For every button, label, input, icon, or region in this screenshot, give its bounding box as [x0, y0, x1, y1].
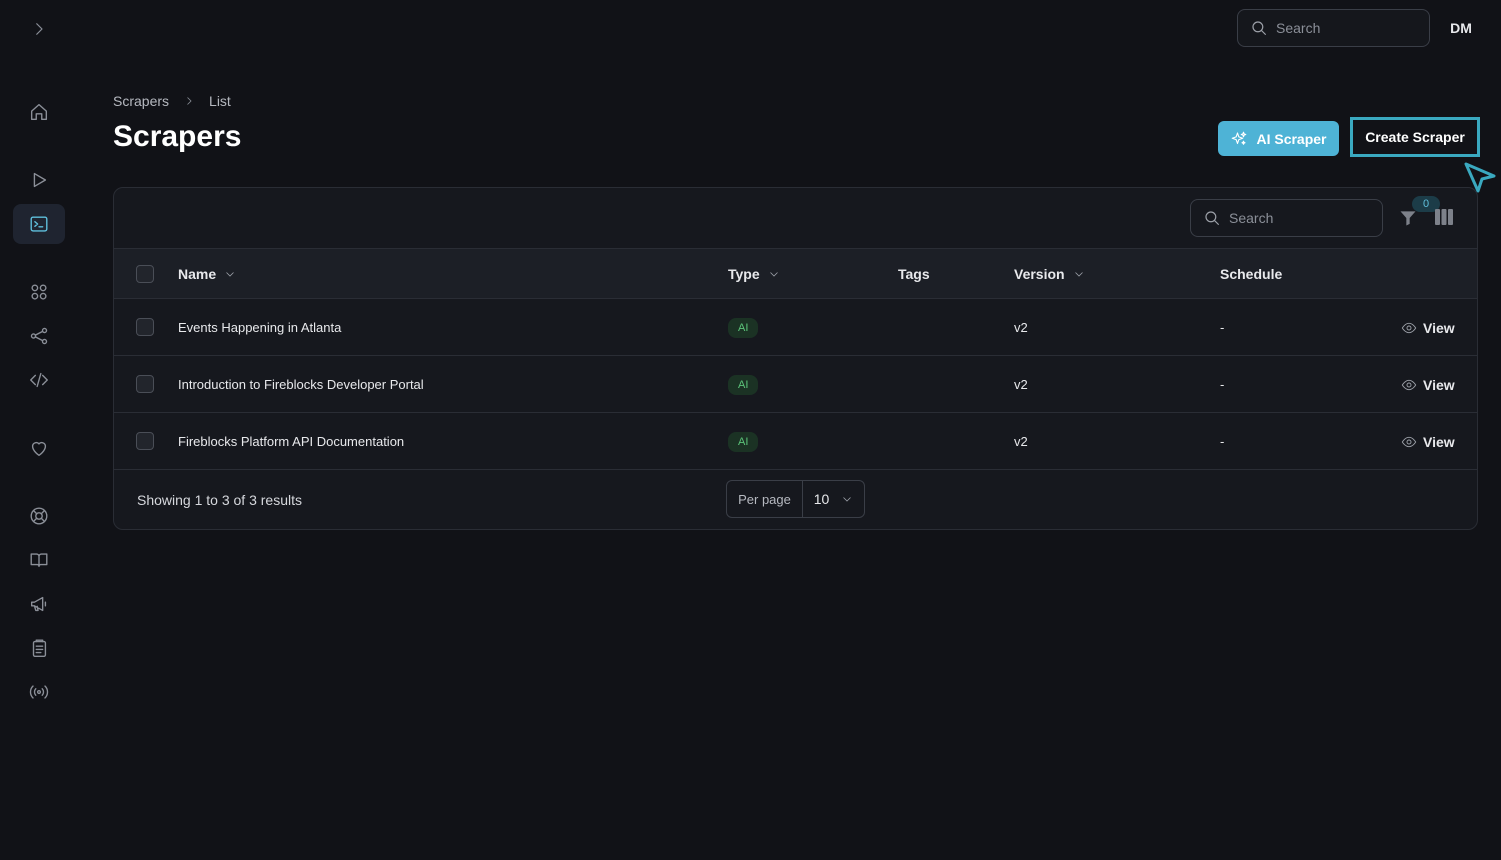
row-checkbox[interactable]: [136, 375, 154, 393]
row-schedule: -: [1220, 434, 1225, 449]
sidebar-item-run[interactable]: [13, 160, 65, 200]
column-header-tags: Tags: [898, 249, 930, 299]
search-icon: [1252, 21, 1266, 35]
column-label: Version: [1014, 266, 1065, 282]
table-row[interactable]: Events Happening in Atlanta AI v2 - View: [114, 299, 1477, 356]
pagination-summary: Showing 1 to 3 of 3 results: [137, 492, 302, 508]
row-name: Introduction to Fireblocks Developer Por…: [178, 377, 424, 392]
column-header-type[interactable]: Type: [728, 249, 780, 299]
search-icon: [1205, 211, 1219, 225]
view-button[interactable]: View: [1401, 413, 1455, 470]
broadcast-icon: [29, 685, 49, 699]
sidebar-item-favorites[interactable]: [13, 428, 65, 468]
sidebar-item-announcements[interactable]: [13, 584, 65, 624]
table-toolbar: 0: [114, 188, 1477, 249]
table-search-input[interactable]: [1229, 210, 1359, 226]
chevron-down-icon: [226, 272, 234, 277]
row-type: AI: [728, 299, 759, 356]
home-icon: [30, 103, 48, 121]
megaphone-icon: [30, 596, 47, 612]
lifebuoy-icon: [30, 507, 48, 525]
column-label: Tags: [898, 266, 930, 282]
sidebar-item-scrapers[interactable]: [13, 204, 65, 244]
sidebar-item-support[interactable]: [13, 496, 65, 536]
sidebar-item-apps[interactable]: [13, 272, 65, 312]
column-header-version[interactable]: Version: [1014, 249, 1085, 299]
type-badge: AI: [728, 431, 759, 452]
chevron-down-icon: [1074, 272, 1083, 277]
sidebar-item-share[interactable]: [13, 316, 65, 356]
view-button[interactable]: View: [1401, 356, 1455, 413]
per-page-value: 10: [813, 491, 830, 507]
ai-scraper-button[interactable]: AI Scraper: [1218, 121, 1339, 156]
sidebar-item-home[interactable]: [13, 92, 65, 132]
chevron-down-icon: [843, 497, 852, 502]
eye-icon: [1401, 322, 1417, 333]
grid-icon: [31, 284, 47, 300]
row-name: Events Happening in Atlanta: [178, 320, 342, 335]
column-label: Type: [728, 266, 760, 282]
sidebar: [0, 0, 78, 860]
avatar[interactable]: DM: [1446, 18, 1476, 38]
per-page-select[interactable]: 10: [803, 481, 864, 517]
sidebar-item-docs[interactable]: [13, 540, 65, 580]
columns-icon[interactable]: [1434, 208, 1454, 226]
global-search[interactable]: [1237, 9, 1430, 47]
sparkles-icon: [1232, 131, 1247, 145]
filter-icon[interactable]: [1398, 208, 1418, 228]
chevron-down-icon: [769, 272, 778, 277]
view-button[interactable]: View: [1401, 299, 1455, 356]
view-label: View: [1423, 319, 1455, 336]
column-label: Schedule: [1220, 266, 1283, 282]
sidebar-item-reports[interactable]: [13, 628, 65, 668]
row-type: AI: [728, 413, 759, 470]
ai-scraper-label: AI Scraper: [1256, 130, 1327, 147]
row-version: v2: [1014, 377, 1028, 392]
type-badge: AI: [728, 374, 759, 395]
row-checkbox[interactable]: [136, 318, 154, 336]
breadcrumb-list: List: [209, 93, 231, 109]
row-schedule: -: [1220, 320, 1225, 335]
global-search-input[interactable]: [1276, 20, 1406, 36]
column-label: Name: [178, 266, 217, 282]
table-row[interactable]: Fireblocks Platform API Documentation AI…: [114, 413, 1477, 470]
eye-icon: [1401, 436, 1417, 447]
table-header: Name Type Tags Version Schedule: [114, 249, 1477, 299]
view-label: View: [1423, 376, 1455, 393]
row-type: AI: [728, 356, 759, 413]
terminal-icon: [30, 216, 48, 232]
column-header-name[interactable]: Name: [178, 249, 236, 299]
per-page-control[interactable]: Per page 10: [726, 480, 865, 518]
heart-icon: [31, 441, 47, 457]
column-header-schedule: Schedule: [1220, 249, 1282, 299]
breadcrumb-scrapers[interactable]: Scrapers: [113, 93, 169, 109]
clipboard-icon: [32, 639, 47, 657]
sidebar-item-code[interactable]: [13, 360, 65, 400]
row-name: Fireblocks Platform API Documentation: [178, 434, 405, 449]
book-icon: [30, 553, 48, 568]
per-page-label: Per page: [727, 481, 803, 517]
view-label: View: [1423, 433, 1455, 450]
page-title: Scrapers: [113, 120, 242, 153]
create-scraper-button[interactable]: Create Scraper: [1350, 117, 1480, 157]
row-version: v2: [1014, 320, 1028, 335]
code-icon: [30, 372, 48, 388]
row-checkbox[interactable]: [136, 432, 154, 450]
breadcrumb: Scrapers List: [113, 93, 231, 109]
chevron-right-icon: [187, 97, 192, 105]
play-icon: [33, 172, 47, 188]
row-schedule: -: [1220, 377, 1225, 392]
sidebar-item-status[interactable]: [13, 672, 65, 712]
table-row[interactable]: Introduction to Fireblocks Developer Por…: [114, 356, 1477, 413]
select-all-checkbox[interactable]: [136, 265, 154, 283]
type-badge: AI: [728, 317, 759, 338]
share-icon: [30, 327, 48, 345]
row-version: v2: [1014, 434, 1028, 449]
table-search[interactable]: [1190, 199, 1383, 237]
eye-icon: [1401, 379, 1417, 390]
expand-sidebar-icon[interactable]: [26, 16, 52, 42]
scrapers-table: 0 Name Type Tags Version Schedule Eve: [113, 187, 1478, 530]
